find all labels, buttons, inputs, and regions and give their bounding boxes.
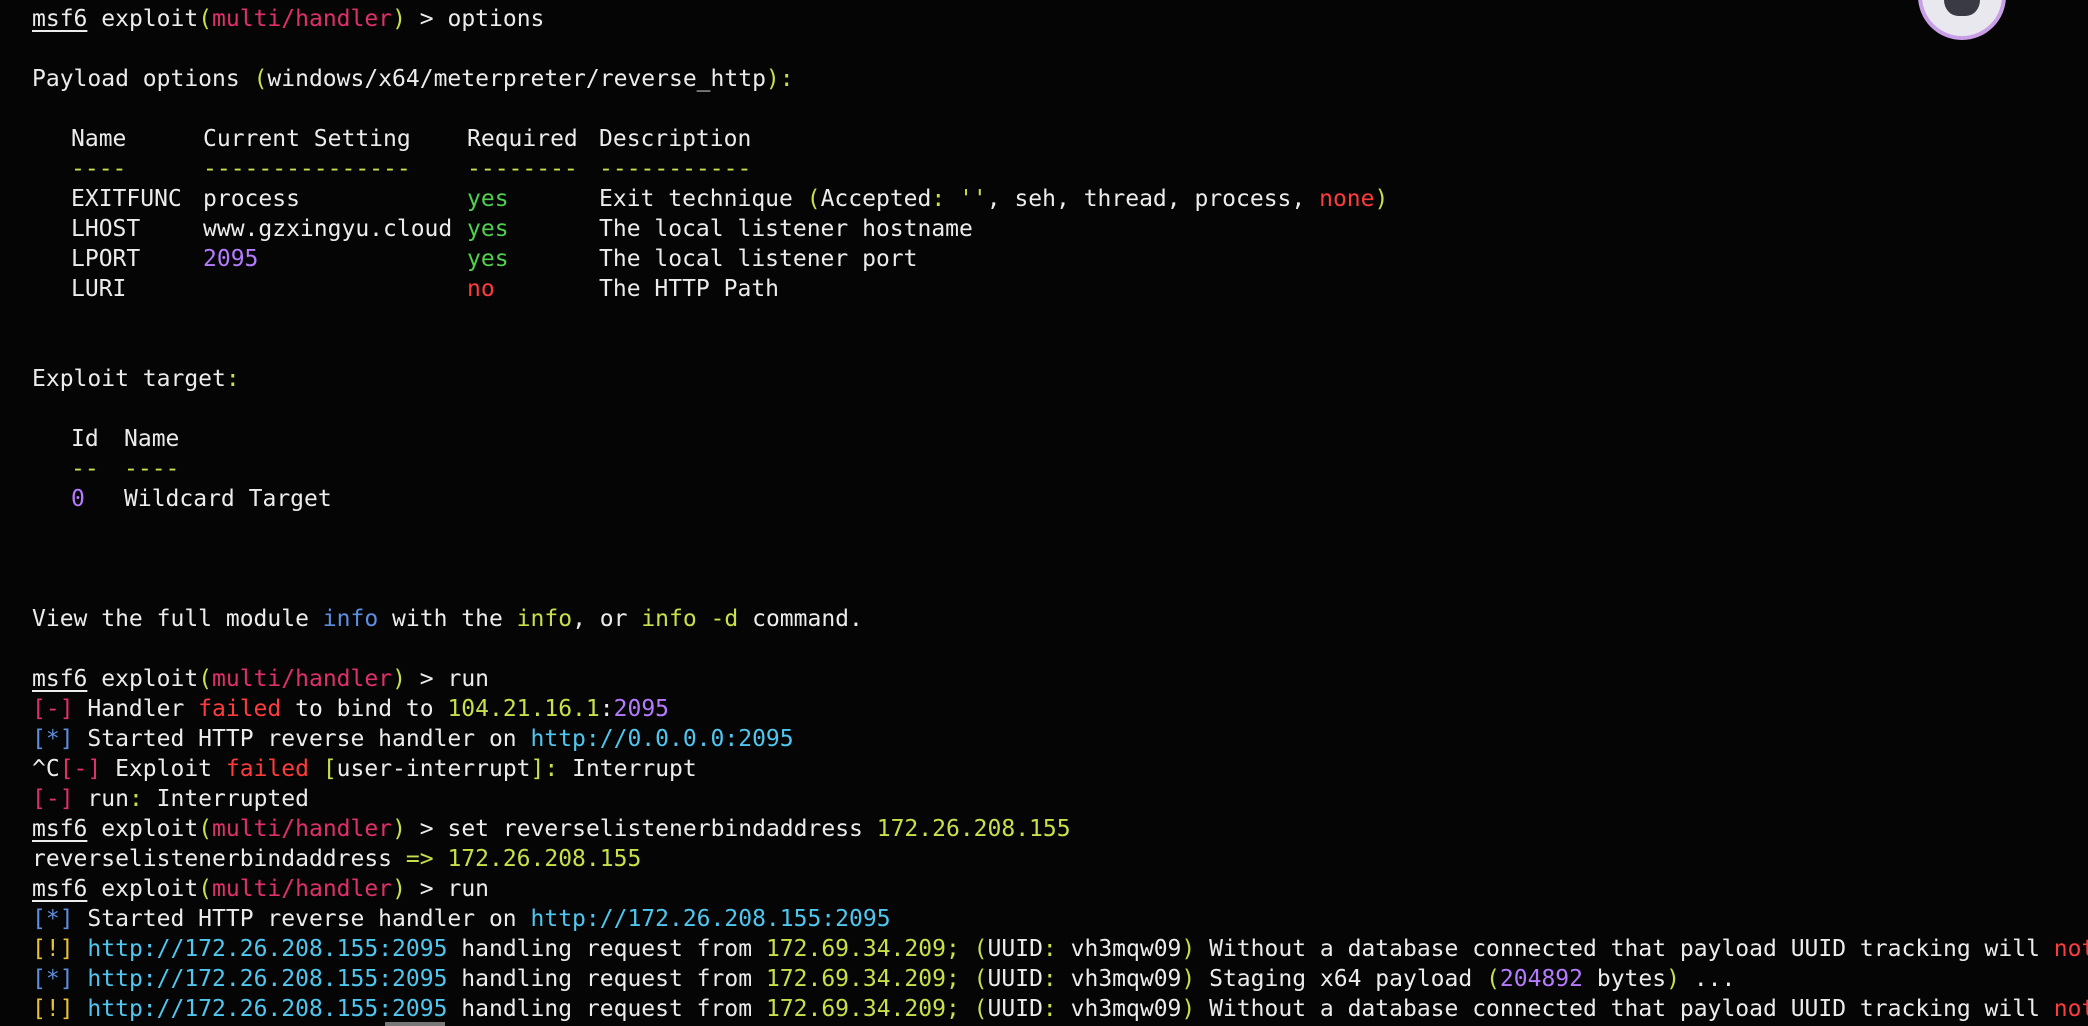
table-row: LURI no The HTTP Path: [71, 276, 780, 302]
log-line-started-handler: [*] Started HTTP reverse handler on http…: [32, 726, 794, 752]
payload-options-heading: Payload options (windows/x64/meterpreter…: [32, 66, 794, 92]
log-line-request-staging: [*] http://172.26.208.155:2095 handling …: [32, 966, 1736, 992]
module-name: multi/handler: [212, 6, 393, 32]
log-line-request-warning-2: [!] http://172.26.208.155:2095 handling …: [32, 996, 2088, 1022]
command-text: options: [447, 6, 545, 32]
prompt-line-run-2: msf6 exploit(multi/handler) > run: [32, 876, 490, 902]
prompt-line-options: msf6 exploit(multi/handler) > options: [32, 6, 545, 32]
avatar-icon: [1944, 0, 1980, 16]
prompt-line-set: msf6 exploit(multi/handler) > set revers…: [32, 816, 1071, 842]
table-row: LPORT 2095 yes The local listener port: [71, 246, 918, 272]
log-line-run-interrupted: [-] run: Interrupted: [32, 786, 309, 812]
msf-prompt: msf6: [32, 666, 88, 692]
scroll-indicator[interactable]: [385, 1022, 445, 1026]
target-table-header: Id Name: [71, 426, 180, 452]
log-line-started-handler-2: [*] Started HTTP reverse handler on http…: [32, 906, 891, 932]
msf-prompt: msf6: [32, 6, 88, 32]
prompt-line-run: msf6 exploit(multi/handler) > run: [32, 666, 490, 692]
log-line-bind-failed: [-] Handler failed to bind to 104.21.16.…: [32, 696, 670, 722]
table-row: EXITFUNC process yes Exit technique (Acc…: [71, 186, 1389, 212]
options-table-header: Name Current Setting Required Descriptio…: [71, 126, 752, 152]
log-line-exploit-failed: ^C[-] Exploit failed [user-interrupt]: I…: [32, 756, 697, 782]
payload-name: windows/x64/meterpreter/reverse_http: [267, 66, 766, 92]
options-table-underline: ---- --------------- -------- ----------…: [71, 156, 752, 182]
exploit-target-heading: Exploit target:: [32, 366, 240, 392]
target-table-underline: -- ----: [71, 456, 180, 482]
log-line-set-echo: reverselistenerbindaddress => 172.26.208…: [32, 846, 642, 872]
log-line-request-warning: [!] http://172.26.208.155:2095 handling …: [32, 936, 2088, 962]
info-hint-line: View the full module info with the info,…: [32, 606, 863, 632]
avatar[interactable]: [1918, 0, 2006, 40]
table-row: LHOST www.gzxingyu.cloud yes The local l…: [71, 216, 973, 242]
table-row: 0 Wildcard Target: [71, 486, 332, 512]
terminal-window[interactable]: msf6 exploit(multi/handler) > options Pa…: [0, 0, 2088, 1026]
